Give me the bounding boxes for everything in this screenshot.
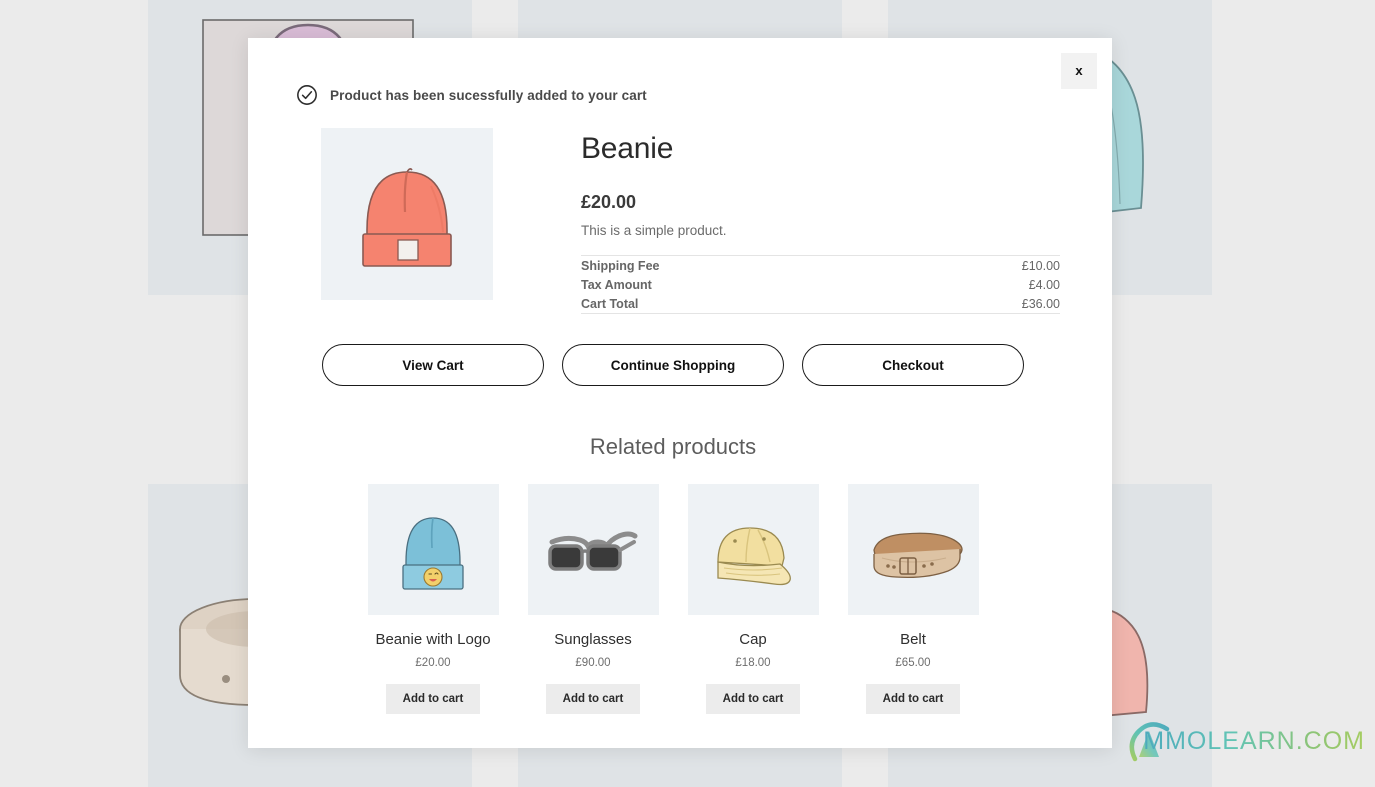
checkout-button[interactable]: Checkout [802, 344, 1024, 386]
cart-total-label: Cart Total [581, 296, 639, 311]
tax-amount-label: Tax Amount [581, 277, 652, 292]
modal-actions: View Cart Continue Shopping Checkout [276, 344, 1060, 386]
view-cart-button[interactable]: View Cart [322, 344, 544, 386]
list-item: Belt £65.00 Add to cart [847, 484, 979, 714]
related-product-image-sunglasses[interactable] [527, 484, 659, 615]
cap-icon [716, 527, 791, 586]
related-product-price: £90.00 [575, 657, 611, 669]
blue-beanie-icon [401, 517, 464, 590]
related-product-image-belt[interactable] [847, 484, 979, 615]
cart-totals-table: Shipping Fee £10.00 Tax Amount £4.00 Car… [581, 255, 1060, 314]
shipping-fee-value: £10.00 [1021, 258, 1060, 273]
sunglasses-icon [547, 531, 637, 571]
add-to-cart-button-belt[interactable]: Add to cart [865, 684, 961, 714]
success-notice: Product has been sucessfully added to yo… [296, 84, 1060, 106]
success-notice-text: Product has been sucessfully added to yo… [330, 87, 647, 103]
product-summary: Beanie £20.00 This is a simple product. … [276, 128, 1060, 314]
list-item: Sunglasses £90.00 Add to cart [527, 484, 659, 714]
product-price: £20.00 [581, 192, 637, 212]
continue-shopping-button[interactable]: Continue Shopping [562, 344, 784, 386]
product-title: Beanie [581, 132, 674, 165]
added-to-cart-modal: x Product has been sucessfully added to … [248, 38, 1112, 748]
related-product-name[interactable]: Beanie with Logo [368, 631, 499, 648]
related-product-price: £65.00 [895, 657, 931, 669]
add-to-cart-button-cap[interactable]: Add to cart [705, 684, 801, 714]
product-description: This is a simple product. [581, 223, 727, 238]
modal-content: Product has been sucessfully added to yo… [248, 38, 1112, 714]
shipping-fee-label: Shipping Fee [581, 258, 660, 273]
belt-icon [872, 532, 963, 579]
add-to-cart-button-sunglasses[interactable]: Add to cart [545, 684, 641, 714]
related-products-grid: Beanie with Logo £20.00 Add to cart Sung… [276, 484, 1060, 714]
table-row: Shipping Fee £10.00 [581, 256, 1060, 276]
tax-amount-value: £4.00 [1028, 277, 1060, 292]
related-product-name[interactable]: Belt [848, 631, 979, 648]
related-product-name[interactable]: Cap [688, 631, 819, 648]
add-to-cart-button-beanie-with-logo[interactable]: Add to cart [385, 684, 481, 714]
product-image [321, 128, 493, 300]
screenshot-root: x Product has been sucessfully added to … [0, 0, 1375, 787]
product-details: Beanie £20.00 This is a simple product. … [493, 128, 1060, 314]
related-product-image-beanie-with-logo[interactable] [367, 484, 499, 615]
related-product-price: £20.00 [415, 657, 451, 669]
cart-total-value: £36.00 [1021, 296, 1060, 311]
coral-beanie-icon [362, 168, 452, 267]
related-product-name[interactable]: Sunglasses [528, 631, 659, 648]
table-row: Cart Total £36.00 [581, 294, 1060, 314]
table-row: Tax Amount £4.00 [581, 275, 1060, 294]
list-item: Beanie with Logo £20.00 Add to cart [367, 484, 499, 714]
close-modal-button[interactable]: x [1061, 53, 1097, 89]
list-item: Cap £18.00 Add to cart [687, 484, 819, 714]
related-product-image-cap[interactable] [687, 484, 819, 615]
related-products-heading: Related products [589, 434, 757, 459]
check-circle-icon [297, 85, 317, 105]
related-product-price: £18.00 [735, 657, 771, 669]
